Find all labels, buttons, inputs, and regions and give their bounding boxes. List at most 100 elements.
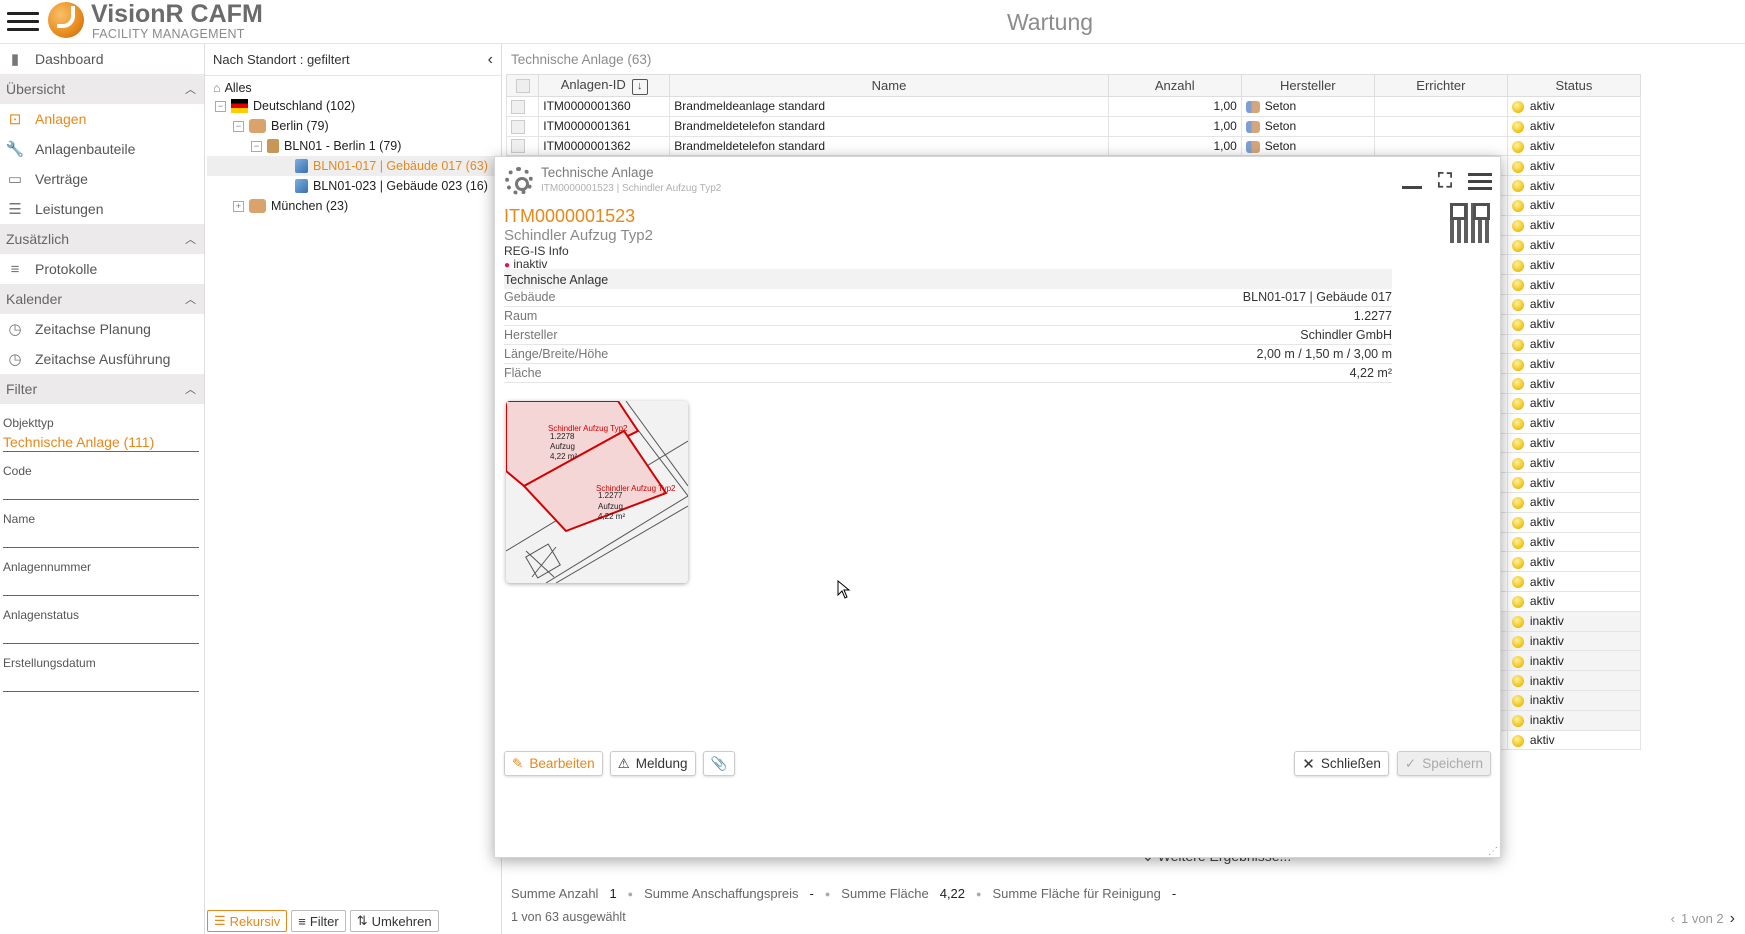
floor-plan-svg: Schindler Aufzug Typ2 1.2278 Aufzug 4,22…	[506, 401, 688, 583]
name-field[interactable]	[3, 526, 199, 548]
section-header: Technische Anlage	[504, 269, 1392, 289]
asset-id: ITM0000001523	[504, 206, 636, 226]
rekursiv-icon: ☰	[214, 913, 226, 928]
status-smiley-icon	[1511, 556, 1524, 569]
table-row[interactable]: ITM0000001360 Brandmeldeanlage standard 1,…	[505, 96, 1642, 117]
col-anlagen-id[interactable]: Anlagen-ID ↓	[538, 74, 671, 97]
sidebar-item-vertraege[interactable]: ▭ Verträge	[0, 164, 204, 194]
sidebar-item-anlagen[interactable]: ⊡ Anlagen	[0, 104, 204, 134]
cell-hersteller: Seton	[1240, 115, 1375, 137]
floor-plan-thumbnail[interactable]: Schindler Aufzug Typ2 1.2278 Aufzug 4,22…	[506, 401, 688, 583]
collapse-icon[interactable]: −	[215, 100, 226, 112]
prev-page-icon[interactable]: ‹	[1671, 911, 1675, 926]
attach-button[interactable]: 📎	[702, 751, 736, 776]
qr-code-icon[interactable]	[1450, 203, 1490, 243]
minimize-icon[interactable]	[1402, 175, 1422, 189]
expand-icon[interactable]: +	[233, 200, 244, 212]
section-filter[interactable]: Filter ︿	[0, 374, 204, 404]
cell-status: aktiv	[1506, 96, 1642, 117]
chevron-up-icon: ︿	[185, 84, 196, 96]
section-kalender[interactable]: Kalender ︿	[0, 284, 204, 314]
col-status[interactable]: Status	[1506, 74, 1642, 97]
sidebar-item-anlagenbauteile[interactable]: 🔧 Anlagenbauteile	[0, 134, 204, 164]
col-hersteller[interactable]: Hersteller	[1240, 74, 1375, 97]
tree-node-alles[interactable]: ⌂ Alles	[213, 78, 252, 98]
menu-icon[interactable]	[1468, 169, 1492, 194]
collapse-icon[interactable]: −	[251, 140, 262, 152]
cell-status: aktiv	[1506, 214, 1642, 236]
resize-handle-icon[interactable]: ⋰	[1488, 846, 1498, 857]
sidebar-item-zeitachse-planung[interactable]: ◷ Zeitachse Planung	[0, 314, 204, 344]
tree-node-berlin[interactable]: − Berlin (79)	[233, 116, 329, 136]
status-smiley-icon	[1511, 398, 1524, 411]
plan-room1-id: 1.2278	[550, 432, 575, 441]
collapse-panel-icon[interactable]: ‹	[488, 51, 493, 69]
hamburger-menu-icon[interactable]	[7, 7, 39, 35]
row-checkbox[interactable]	[505, 96, 540, 117]
cell-status: aktiv	[1506, 353, 1642, 375]
status-smiley-icon	[1511, 596, 1524, 609]
next-page-icon[interactable]: ›	[1730, 910, 1735, 927]
sidebar-item-zeitachse-ausfuehrung[interactable]: ◷ Zeitachse Ausführung	[0, 344, 204, 374]
prop-dimensions: Länge/Breite/Höhe 2,00 m / 1,50 m / 3,00 …	[504, 345, 1392, 364]
objekttyp-field[interactable]: Technische Anlage (111)	[3, 430, 199, 452]
cell-id: ITM0000001362	[538, 135, 671, 157]
cell-status: aktiv	[1506, 175, 1642, 196]
rekursiv-button[interactable]: ☰ Rekursiv	[207, 910, 288, 932]
bearbeiten-button[interactable]: ✎ Bearbeiten	[504, 751, 603, 776]
col-anzahl[interactable]: Anzahl	[1107, 74, 1242, 97]
table-row[interactable]: ITM0000001361 Brandmeldetelefon standard 1…	[505, 115, 1642, 137]
cell-status: aktiv	[1506, 729, 1642, 751]
cell-status: aktiv	[1506, 333, 1642, 355]
paperclip-icon: 📎	[710, 755, 728, 771]
filter-panel: Objekttyp Technische Anlage (111) Code N…	[0, 416, 204, 692]
erstellungsdatum-field[interactable]	[3, 670, 199, 692]
speichern-button[interactable]: ✓ Speichern	[1396, 751, 1491, 776]
prop-flaeche: Fläche 4,22 m²	[504, 364, 1392, 383]
tree-node-bln01[interactable]: − BLN01 - Berlin 1 (79)	[251, 136, 401, 156]
cell-status: inaktiv	[1506, 610, 1642, 632]
row-checkbox[interactable]	[505, 135, 540, 157]
cell-status: aktiv	[1506, 491, 1642, 513]
tree-node-deutschland[interactable]: − Deutschland (102)	[215, 96, 355, 116]
close-icon: ✕	[1302, 755, 1315, 773]
prop-hersteller: Hersteller Schindler GmbH	[504, 326, 1392, 345]
anlagennummer-label: Anlagennummer	[3, 560, 92, 574]
filter-button[interactable]: ≡ Filter	[291, 910, 346, 932]
cell-hersteller: Seton	[1240, 135, 1375, 157]
status-smiley-icon	[1511, 635, 1524, 648]
cell-status: aktiv	[1506, 432, 1642, 454]
code-field[interactable]	[3, 478, 199, 500]
contract-icon: ▭	[7, 171, 23, 188]
select-all-checkbox[interactable]	[505, 74, 540, 97]
tree-node-bln01-017[interactable]: BLN01-017 | Gebäude 017 (63)	[207, 156, 499, 176]
status-smiley-icon	[1511, 655, 1524, 668]
clock-icon: ◷	[8, 321, 22, 338]
sidebar-item-leistungen[interactable]: ☰ Leistungen	[0, 194, 204, 224]
schliessen-button[interactable]: ✕ Schließen	[1294, 751, 1389, 776]
anlagennummer-field[interactable]	[3, 574, 199, 596]
tree-node-bln01-023[interactable]: BLN01-023 | Gebäude 023 (16)	[295, 176, 488, 196]
status-smiley-icon	[1511, 140, 1524, 153]
prop-gebaeude: Gebäude BLN01-017 | Gebäude 017	[504, 288, 1392, 307]
maximize-icon[interactable]: ⛶	[1438, 170, 1452, 193]
row-checkbox[interactable]	[505, 115, 540, 137]
anlagenstatus-field[interactable]	[3, 622, 199, 644]
table-row[interactable]: ITM0000001362 Brandmeldetelefon standard 1…	[505, 135, 1642, 157]
section-zusaetzlich[interactable]: Zusätzlich ︿	[0, 224, 204, 254]
status-smiley-icon	[1511, 615, 1524, 628]
cell-status: aktiv	[1506, 194, 1642, 216]
section-uebersicht[interactable]: Übersicht ︿	[0, 74, 204, 104]
status-smiley-icon	[1511, 734, 1524, 747]
col-errichter[interactable]: Errichter	[1373, 74, 1508, 97]
sidebar-item-dashboard[interactable]: ▮ Dashboard	[0, 44, 204, 74]
sidebar-item-protokolle[interactable]: ≡ Protokolle	[0, 254, 204, 284]
umkehren-button[interactable]: ⇅ Umkehren	[349, 910, 439, 932]
sort-down-icon[interactable]: ↓	[631, 78, 648, 95]
col-name[interactable]: Name	[669, 74, 1109, 97]
meldung-button[interactable]: ⚠ Meldung	[609, 751, 696, 776]
app-logo	[48, 2, 84, 38]
manufacturer-icon	[1245, 121, 1260, 134]
collapse-icon[interactable]: −	[233, 120, 244, 132]
tree-node-muenchen[interactable]: + München (23)	[233, 196, 348, 216]
